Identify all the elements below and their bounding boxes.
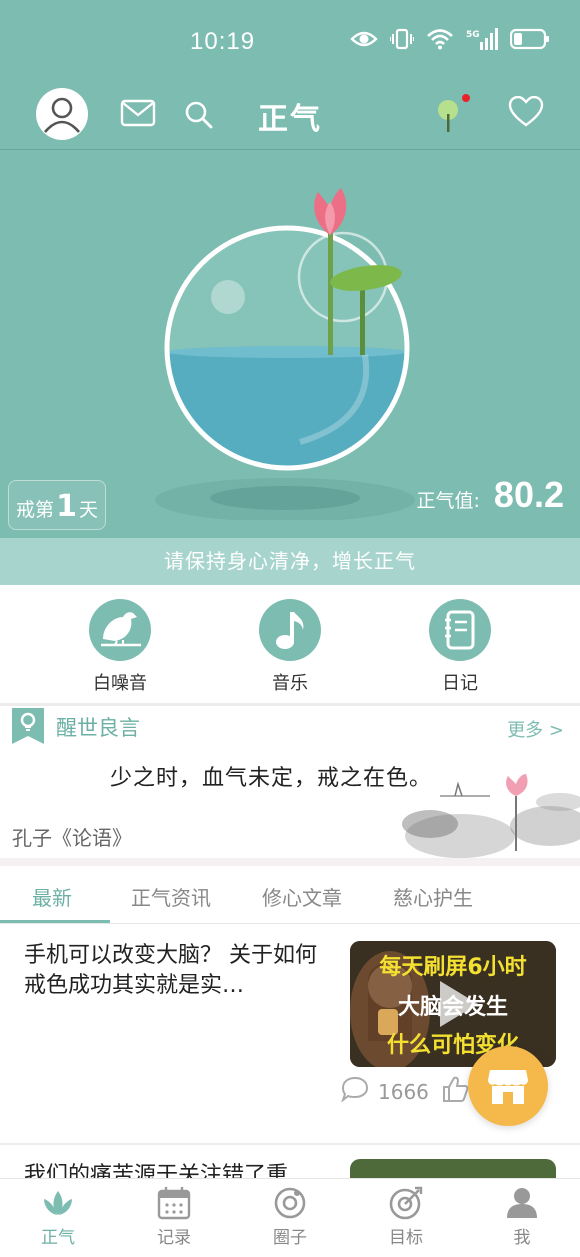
article-video-thumbnail[interactable]: 每天刷屏6小时 大脑会发生 什么可怕变化 [350,941,556,1067]
nav-records[interactable]: 记录 [134,1185,214,1248]
nav-community[interactable]: 圈子 [250,1185,330,1248]
quote-card[interactable]: 醒世良言 更多 > 少之时，血气未定，戒之在色。 孔子《论语》 [0,706,580,858]
mail-icon[interactable] [120,99,156,127]
feature-label: 日记 [442,673,478,694]
feature-label: 音乐 [272,673,308,694]
bird-icon [89,599,151,661]
article-title: 我们的痛苦源于关注错了重 [24,1163,289,1178]
search-icon[interactable] [184,100,214,130]
nav-label: 圈子 [273,1228,307,1248]
feature-music[interactable]: 音乐 [230,599,350,695]
page-title: 正气 [258,102,322,137]
quote-more-link[interactable]: 更多 > [507,716,564,742]
signal-5g-icon: 5G [466,28,498,50]
article-item[interactable]: 我们的痛苦源于关注错了重 [0,1145,580,1178]
status-time: 10:19 [190,28,256,55]
comment-count: 1666 [378,1079,429,1104]
notebook-icon [429,599,491,661]
bottom-navigation: 正气 记录 圈子 目标 我 [0,1178,580,1257]
nav-home[interactable]: 正气 [18,1185,98,1248]
streak-days-badge[interactable]: 戒第 1 天 [8,480,106,530]
quote-section-title: 醒世良言 [56,716,140,740]
feature-diary[interactable]: 日记 [400,599,520,695]
article-thumbnail[interactable] [350,1159,556,1178]
vibrate-icon [390,28,414,50]
nav-me[interactable]: 我 [482,1185,562,1248]
user-avatar-icon [36,88,88,140]
quote-text: 少之时，血气未定，戒之在色。 [110,766,433,791]
streak-suffix: 天 [78,499,98,521]
app-header: 正气 [0,84,580,150]
feature-white-noise[interactable]: 白噪音 [60,599,180,695]
target-icon [388,1185,424,1221]
tab-compassion[interactable]: 慈心护生 [393,882,473,911]
tab-articles[interactable]: 修心文章 [262,882,342,911]
play-icon [436,979,480,1029]
person-icon [504,1185,540,1221]
status-bar: 10:19 5G [0,0,580,84]
header-area: 10:19 5G 正气 戒第 1 天 正气值: 80.2 请保持身心清净，增长正… [0,0,580,585]
streak-prefix: 戒第 [16,499,55,521]
shop-button[interactable] [468,1046,548,1126]
svg-text:5G: 5G [466,30,480,40]
thumbnail-caption: 每天刷屏6小时 [379,955,527,980]
tree-icon[interactable] [432,92,472,136]
heart-icon[interactable] [508,95,544,128]
active-tab-indicator [0,920,110,923]
streak-days: 1 [56,489,77,524]
thumbs-up-icon[interactable] [441,1075,469,1108]
nav-goals[interactable]: 目标 [366,1185,446,1248]
circle-community-icon [272,1185,308,1221]
article-tabs: 最新 正气资讯 修心文章 慈心护生 [0,866,580,924]
lightbulb-bookmark-icon [12,708,44,744]
calendar-icon [156,1185,192,1221]
feature-label: 白噪音 [93,673,147,694]
score-value: 80.2 [493,474,564,515]
wifi-icon [426,28,454,50]
lotus-icon [40,1185,76,1221]
nav-label: 正气 [41,1228,75,1248]
section-divider [0,858,580,866]
nav-label: 记录 [157,1228,191,1248]
nav-label: 目标 [389,1228,423,1248]
battery-icon [510,28,550,50]
music-note-icon [259,599,321,661]
article-title: 手机可以改变大脑？ 关于如何戒色成功其实就是实… [24,943,317,998]
status-icons: 5G [350,28,550,50]
store-icon [488,1070,528,1104]
score-label: 正气值: [416,490,480,512]
nav-label: 我 [513,1228,531,1248]
motto-banner: 请保持身心清净，增长正气 [0,538,580,585]
tab-news[interactable]: 正气资讯 [131,882,211,911]
tab-latest[interactable]: 最新 [32,882,72,911]
feature-shortcuts: 白噪音 音乐 日记 [0,585,580,703]
lotus-bowl-illustration [150,180,430,522]
score-display: 正气值: 80.2 [417,474,564,516]
quote-source: 孔子《论语》 [12,826,132,850]
eye-icon [350,29,378,49]
comment-icon[interactable] [340,1076,370,1107]
user-avatar[interactable] [36,88,88,140]
